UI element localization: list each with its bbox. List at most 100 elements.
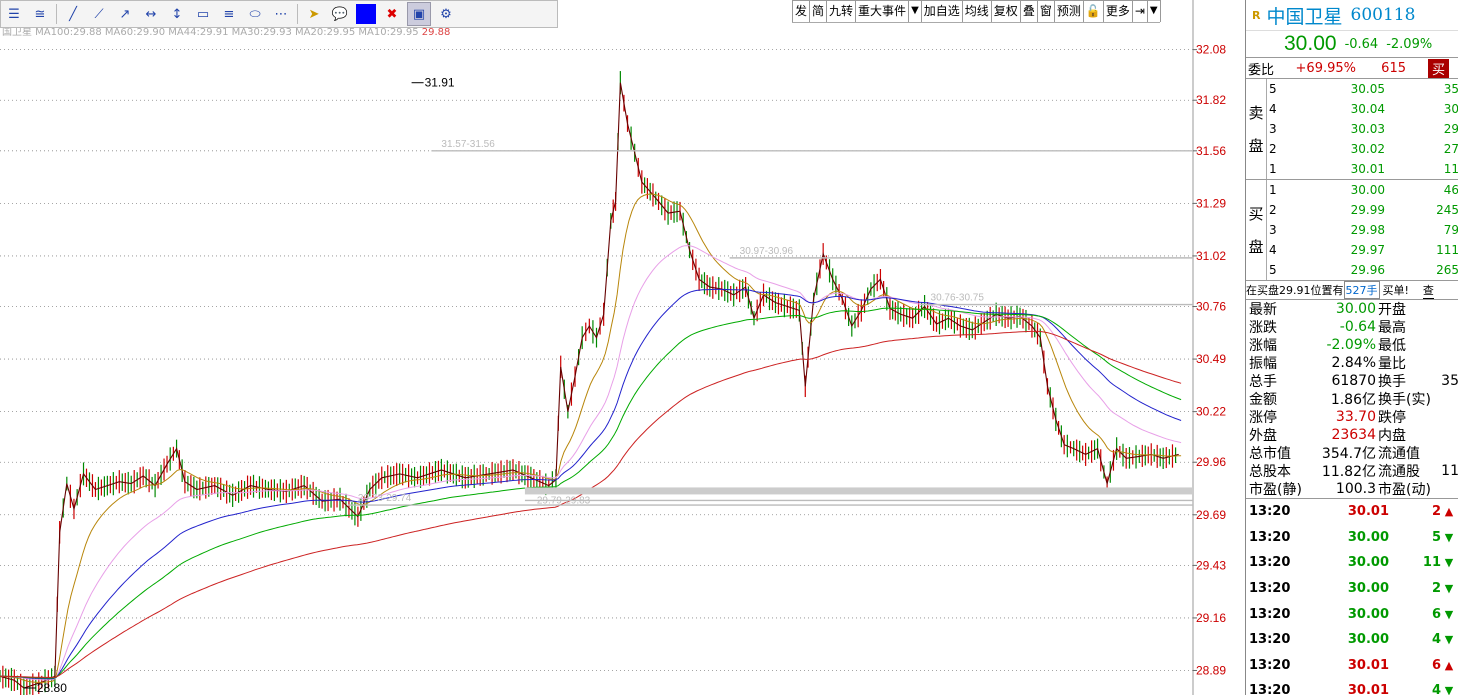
- extreme-label: 28.80: [37, 681, 67, 695]
- ma-blue-line: [0, 288, 1182, 680]
- y-tick-label: 29.96: [1196, 455, 1226, 469]
- settings-icon[interactable]: ⚙: [435, 3, 457, 25]
- sell-label-2: 盘: [1248, 137, 1264, 155]
- sell-level: 1: [1269, 162, 1277, 176]
- line-icon[interactable]: ╱: [62, 3, 84, 25]
- y-tick-label: 31.02: [1196, 249, 1226, 263]
- ruler-icon[interactable]: ≅: [29, 3, 51, 25]
- chevron-down-icon[interactable]: ▼: [908, 0, 922, 22]
- stat-right-label: 换手: [1378, 374, 1406, 390]
- tick-price: 30.00: [1347, 632, 1389, 648]
- menu-window[interactable]: 窗: [1036, 0, 1055, 22]
- notice-tail: 买单!: [1382, 284, 1409, 297]
- sell-level-row[interactable]: 5 30.05 35: [1267, 79, 1458, 99]
- tick-row: 13:20 30.00 6 ▼: [1246, 601, 1458, 627]
- menu-major-events[interactable]: 重大事件: [855, 0, 910, 22]
- menu-more[interactable]: 更多: [1102, 0, 1133, 22]
- buy-level-row[interactable]: 4 29.97 111: [1267, 240, 1458, 260]
- price-change: -0.64: [1344, 36, 1379, 52]
- arrow-down-icon: ▼: [1444, 582, 1454, 596]
- arrow-down-icon: ▼: [1444, 607, 1454, 621]
- hline-icon[interactable]: ↔: [140, 3, 162, 25]
- menu-fa[interactable]: 发: [792, 0, 811, 22]
- stats-row: 总市值 354.7亿 流通值: [1246, 444, 1458, 462]
- arrow-down-icon: ▼: [1444, 530, 1454, 544]
- price-change-pct: -2.09%: [1386, 36, 1433, 52]
- tick-list[interactable]: 13:20 30.01 2 ▲ 13:20 30.00 5 ▼ 13:20 30.0…: [1246, 499, 1458, 695]
- buy-level-row[interactable]: 2 29.99 245: [1267, 200, 1458, 220]
- buy-price: 29.96: [1350, 263, 1385, 277]
- sell-level-row[interactable]: 1 30.01 11: [1267, 159, 1458, 179]
- stat-label: 涨停: [1249, 410, 1277, 426]
- menu-ma[interactable]: 均线: [961, 0, 992, 22]
- lock-icon[interactable]: 🔓: [1082, 0, 1104, 22]
- kline-chart[interactable]: 32.08 31.82 31.56 31.29 31.02 30.76 30.49 30.22…: [0, 0, 1245, 695]
- stats-row: 涨跌 -0.64 最高: [1246, 318, 1458, 336]
- tick-time: 13:20: [1249, 657, 1291, 673]
- sell-level-row[interactable]: 3 30.03 29: [1267, 119, 1458, 139]
- buy-level-row[interactable]: 5 29.96 265: [1267, 260, 1458, 280]
- channel-icon[interactable]: ≡: [218, 3, 240, 25]
- ratio-label: 委比: [1248, 62, 1275, 78]
- tick-row: 13:20 30.00 2 ▼: [1246, 576, 1458, 602]
- sell-side-label: 卖 盘: [1246, 79, 1267, 179]
- buy-price: 29.99: [1350, 203, 1385, 217]
- segment-icon[interactable]: ⟋: [88, 3, 110, 25]
- menu-jian[interactable]: 简: [809, 0, 828, 22]
- buy-level-row[interactable]: 1 30.00 46: [1267, 180, 1458, 200]
- sell-price: 30.01: [1350, 162, 1385, 176]
- stats-row: 金额 1.86亿 换手(实): [1246, 390, 1458, 408]
- ma-fast-line: [0, 193, 1182, 683]
- callout-icon[interactable]: 💬: [329, 3, 351, 25]
- ratio-diff: 615: [1381, 60, 1406, 76]
- sell-level-row[interactable]: 4 30.04 30: [1267, 99, 1458, 119]
- vline-icon[interactable]: ↕: [166, 3, 188, 25]
- toolbar-divider: [297, 4, 298, 24]
- stat-right-value: 11: [1441, 463, 1458, 479]
- stock-name: 中国卫星: [1266, 5, 1343, 28]
- more-icon[interactable]: ⋯: [270, 3, 292, 25]
- tick-price: 30.00: [1347, 529, 1389, 545]
- collapse-icon[interactable]: ⇥: [1131, 0, 1148, 22]
- sell-price: 30.03: [1350, 122, 1385, 136]
- buy-price: 29.97: [1350, 243, 1385, 257]
- menu-icon[interactable]: ☰: [3, 3, 25, 25]
- menu-jiuzhuan[interactable]: 九转: [826, 0, 857, 22]
- ray-icon[interactable]: ↗: [114, 3, 136, 25]
- stat-label: 总手: [1249, 374, 1277, 390]
- tick-time: 13:20: [1249, 606, 1291, 622]
- notice-view-button[interactable]: 查: [1422, 282, 1434, 299]
- menu-adjust[interactable]: 复权: [990, 0, 1021, 22]
- menu-overlay[interactable]: 叠: [1019, 0, 1038, 22]
- menu-forecast[interactable]: 预测: [1053, 0, 1084, 22]
- stats-row: 市盈(静) 100.3 市盈(动): [1246, 480, 1458, 498]
- delete-icon[interactable]: ✖: [381, 3, 403, 25]
- sell-level-row[interactable]: 2 30.02 27: [1267, 139, 1458, 159]
- notice-text: 在买盘29.91位置有: [1246, 284, 1344, 297]
- buy-label-2: 盘: [1248, 238, 1264, 256]
- buy-label-1: 买: [1248, 205, 1264, 223]
- stat-right-label: 最低: [1378, 338, 1406, 354]
- pointer-icon[interactable]: ➤: [303, 3, 325, 25]
- ellipse-icon[interactable]: ⬭: [244, 3, 266, 25]
- big-order-notice[interactable]: 在买盘29.91位置有 527手 买单! 查: [1246, 281, 1458, 300]
- menu-add-watch[interactable]: 加自选: [920, 0, 963, 22]
- hide-icon[interactable]: ▣: [407, 2, 431, 26]
- tick-time: 13:20: [1249, 581, 1291, 597]
- color-swatch[interactable]: [355, 3, 377, 25]
- sell-price: 30.05: [1350, 82, 1385, 96]
- stat-right-label: 市盈(动): [1378, 482, 1431, 498]
- chevron-down-icon[interactable]: ▼: [1146, 0, 1161, 22]
- tick-volume: 11: [1422, 555, 1441, 571]
- stats-row: 外盘 23634 内盘: [1246, 426, 1458, 444]
- quote-panel: R 中国卫星 600118 30.00 -0.64 -2.09% 委比 +69.…: [1245, 0, 1458, 695]
- y-tick-label: 32.08: [1196, 43, 1226, 57]
- stat-right-label: 换手(实): [1378, 392, 1431, 408]
- y-tick-label: 29.16: [1196, 611, 1226, 625]
- buy-button[interactable]: 买: [1428, 58, 1450, 78]
- rect-icon[interactable]: ▭: [192, 3, 214, 25]
- stat-value: 11.82亿: [1321, 464, 1376, 480]
- tick-volume: 2: [1431, 504, 1441, 520]
- buy-volume: 111: [1436, 243, 1458, 257]
- buy-level-row[interactable]: 3 29.98 79: [1267, 220, 1458, 240]
